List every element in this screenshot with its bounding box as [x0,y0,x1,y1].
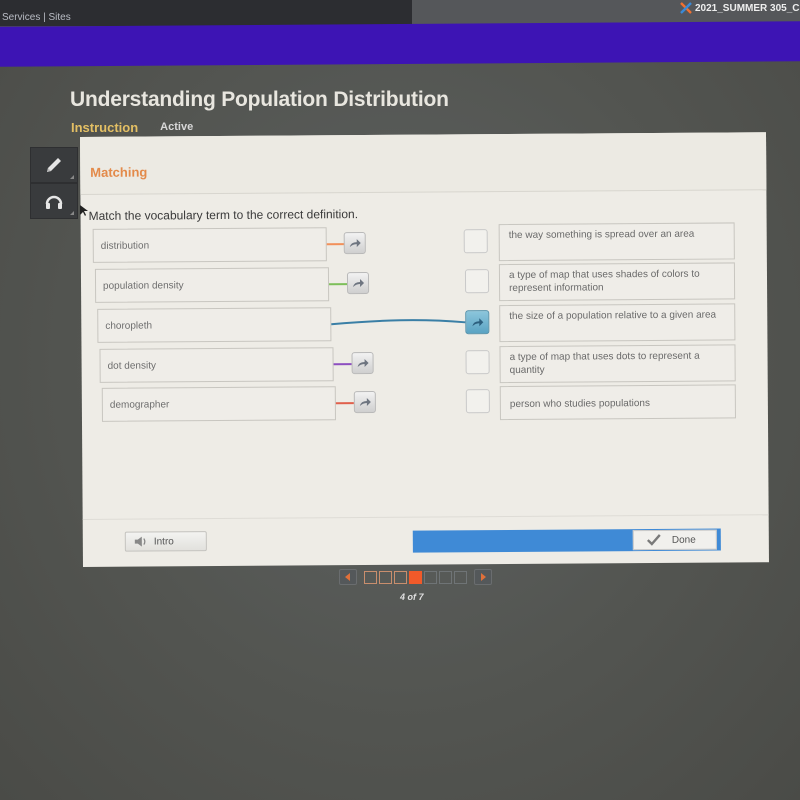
curved-arrow-icon [359,398,371,407]
match-line-choropleth [331,319,466,326]
connector-population-density [329,283,348,286]
definition-3: the size of a population relative to a g… [499,303,736,343]
headphones-icon [45,195,63,209]
done-button[interactable]: Done [632,529,717,551]
top-nav-bar: Services | Sites [0,0,412,26]
pencil-tool-button[interactable] [30,147,78,183]
progress-bar: Done [412,528,721,553]
page-navigator [334,569,497,585]
page-title: Understanding Population Distribution [70,88,449,111]
intro-button[interactable]: Intro [124,531,207,552]
course-title[interactable]: 2021_SUMMER 305_C [680,2,800,14]
term-dot-density[interactable]: dot density [99,347,334,383]
lesson-tabs: Instruction Active [71,120,193,135]
next-page-button[interactable] [474,569,492,585]
services-sites-link[interactable]: Services | Sites [2,12,71,23]
previous-page-button[interactable] [339,569,357,585]
page-5-button[interactable] [424,570,437,584]
term-population-density[interactable]: population density [94,267,330,303]
mouse-cursor-icon [80,205,88,216]
term-distribution[interactable]: distribution [92,227,327,263]
definition-4: a type of map that uses dots to represen… [499,344,736,384]
instruction-text: Match the vocabulary term to the correct… [88,207,359,223]
drop-target-1[interactable] [463,229,488,254]
chevron-right-icon [481,573,486,581]
drop-target-4[interactable] [465,350,490,375]
course-logo-icon [680,2,692,14]
tool-sidebar [30,147,78,219]
course-bar: 2021_SUMMER 305_C [412,0,800,24]
done-button-label: Done [671,534,696,546]
drag-handle-population-density[interactable] [346,271,370,295]
intro-button-label: Intro [153,535,174,547]
tab-active[interactable]: Active [160,120,193,135]
tab-instruction[interactable]: Instruction [71,120,138,135]
page-2-button[interactable] [379,570,392,584]
connector-demographer [335,402,354,405]
course-title-text: 2021_SUMMER 305_C [695,2,800,14]
definition-1: the way something is spread over an area [498,222,735,262]
activity-header: Matching [80,132,767,195]
page-7-button[interactable] [454,570,467,584]
pencil-icon [47,158,61,172]
drag-handle-distribution[interactable] [343,232,366,255]
curved-arrow-icon [357,359,369,368]
drag-handle-dot-density[interactable] [351,351,374,375]
curved-arrow-icon [353,279,365,288]
footer-divider [82,514,769,520]
page-6-button[interactable] [439,570,452,584]
activity-panel: Matching Match the vocabulary term to th… [80,132,769,567]
header-band [0,21,800,67]
drop-target-2[interactable] [464,269,490,294]
page-1-button[interactable] [364,570,377,584]
drag-handle-demographer[interactable] [353,390,376,414]
speaker-icon [134,536,146,547]
connector-distribution [326,243,345,246]
page-3-button[interactable] [394,570,407,584]
drop-target-3[interactable] [465,310,490,335]
term-demographer[interactable]: demographer [101,386,336,422]
page-4-button[interactable] [409,570,422,584]
definition-5: person who studies populations [499,384,736,421]
activity-type-label: Matching [90,164,148,180]
connector-dot-density [333,363,352,366]
audio-tool-button[interactable] [30,183,78,219]
page-count: 4 of 7 [400,592,424,602]
chevron-left-icon [345,573,350,581]
term-choropleth[interactable]: choropleth [97,307,332,343]
drop-target-5[interactable] [465,389,490,414]
curved-arrow-icon [472,318,484,327]
checkmark-icon [646,534,661,546]
curved-arrow-icon [349,239,361,248]
definition-2: a type of map that uses shades of colors… [498,262,736,302]
